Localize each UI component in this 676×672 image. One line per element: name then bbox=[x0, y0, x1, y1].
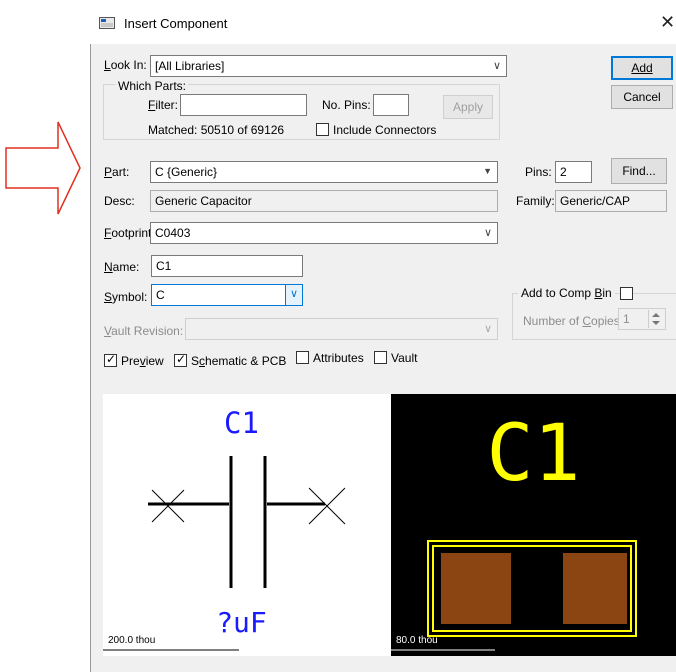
preview-label: Preview bbox=[121, 354, 164, 368]
vault-label: Vault bbox=[391, 351, 418, 365]
dialog-title: Insert Component bbox=[124, 16, 228, 31]
look-in-value: [All Libraries] bbox=[155, 59, 225, 73]
schematic-pcb-checkbox[interactable] bbox=[174, 352, 187, 367]
no-pins-label: No. Pins: bbox=[322, 98, 371, 112]
look-in-label: Look In: bbox=[104, 58, 147, 72]
part-select[interactable]: C {Generic} ▼ bbox=[150, 161, 498, 183]
name-input[interactable]: C1 bbox=[151, 255, 303, 277]
desc-label: Desc: bbox=[104, 194, 135, 208]
part-label: Part: bbox=[104, 165, 130, 179]
include-connectors-label: Include Connectors bbox=[333, 123, 437, 137]
footprint-value: C0403 bbox=[155, 226, 191, 240]
symbol-label: Symbol: bbox=[104, 290, 148, 304]
schematic-preview: C1 ?uF 200.0 thou bbox=[103, 394, 391, 656]
look-in-select[interactable]: [All Libraries] ∨ bbox=[150, 55, 507, 77]
attributes-checkbox[interactable] bbox=[296, 351, 309, 364]
apply-button[interactable]: Apply bbox=[443, 95, 493, 119]
red-arrow-icon bbox=[5, 121, 81, 215]
schematic-pcb-label: Schematic & PCB bbox=[191, 354, 287, 368]
filter-label: Filter: bbox=[148, 98, 179, 112]
chevron-down-icon[interactable]: ∨ bbox=[285, 285, 302, 305]
copies-value: 1 bbox=[623, 312, 630, 326]
include-connectors-checkbox[interactable] bbox=[316, 123, 329, 136]
pcb-preview: C1 80.0 thou bbox=[391, 394, 676, 656]
symbol-value: C bbox=[156, 288, 165, 302]
footprint-label: Footprint: bbox=[104, 226, 155, 240]
pins-label: Pins: bbox=[525, 165, 552, 179]
matched-count: Matched: 50510 of 69126 bbox=[148, 123, 285, 137]
spin-arrows-icon bbox=[648, 310, 660, 328]
which-parts-label: Which Parts: bbox=[116, 79, 189, 93]
chevron-down-icon: ∨ bbox=[483, 227, 492, 239]
copies-spinner[interactable]: 1 bbox=[618, 308, 666, 330]
copies-label: Number of Copies: bbox=[523, 314, 624, 328]
family-label: Family: bbox=[516, 194, 555, 208]
filter-input[interactable] bbox=[180, 94, 307, 116]
add-button[interactable]: Add bbox=[611, 56, 673, 80]
name-label: Name: bbox=[104, 260, 140, 274]
close-icon[interactable]: ✕ bbox=[660, 12, 675, 33]
vault-revision-label: Vault Revision: bbox=[104, 324, 184, 338]
pcb-footprint-icon bbox=[391, 540, 637, 651]
family-value: Generic/CAP bbox=[555, 190, 667, 212]
vault-checkbox[interactable] bbox=[374, 351, 387, 364]
comp-bin-label: Add to Comp Bin bbox=[518, 286, 615, 300]
part-value: C {Generic} bbox=[155, 165, 218, 179]
cancel-button[interactable]: Cancel bbox=[611, 85, 673, 109]
find-button[interactable]: Find... bbox=[611, 158, 667, 184]
no-pins-input[interactable] bbox=[373, 94, 409, 116]
chevron-down-icon: ∨ bbox=[483, 323, 492, 335]
attributes-label: Attributes bbox=[313, 351, 364, 365]
chevron-down-icon: ∨ bbox=[492, 60, 501, 72]
desc-value: Generic Capacitor bbox=[150, 190, 498, 212]
preview-checkbox[interactable] bbox=[104, 352, 117, 367]
symbol-select[interactable]: C ∨ bbox=[151, 284, 303, 306]
schematic-scale: 200.0 thou bbox=[108, 635, 156, 646]
pins-value: 2 bbox=[555, 161, 592, 183]
footprint-select[interactable]: C0403 ∨ bbox=[150, 222, 498, 244]
pcb-scale: 80.0 thou bbox=[396, 635, 438, 646]
window-icon bbox=[99, 17, 115, 29]
chevron-down-icon: ▼ bbox=[483, 166, 492, 176]
vault-revision-select[interactable]: ∨ bbox=[185, 318, 498, 340]
comp-bin-checkbox[interactable] bbox=[620, 287, 633, 300]
